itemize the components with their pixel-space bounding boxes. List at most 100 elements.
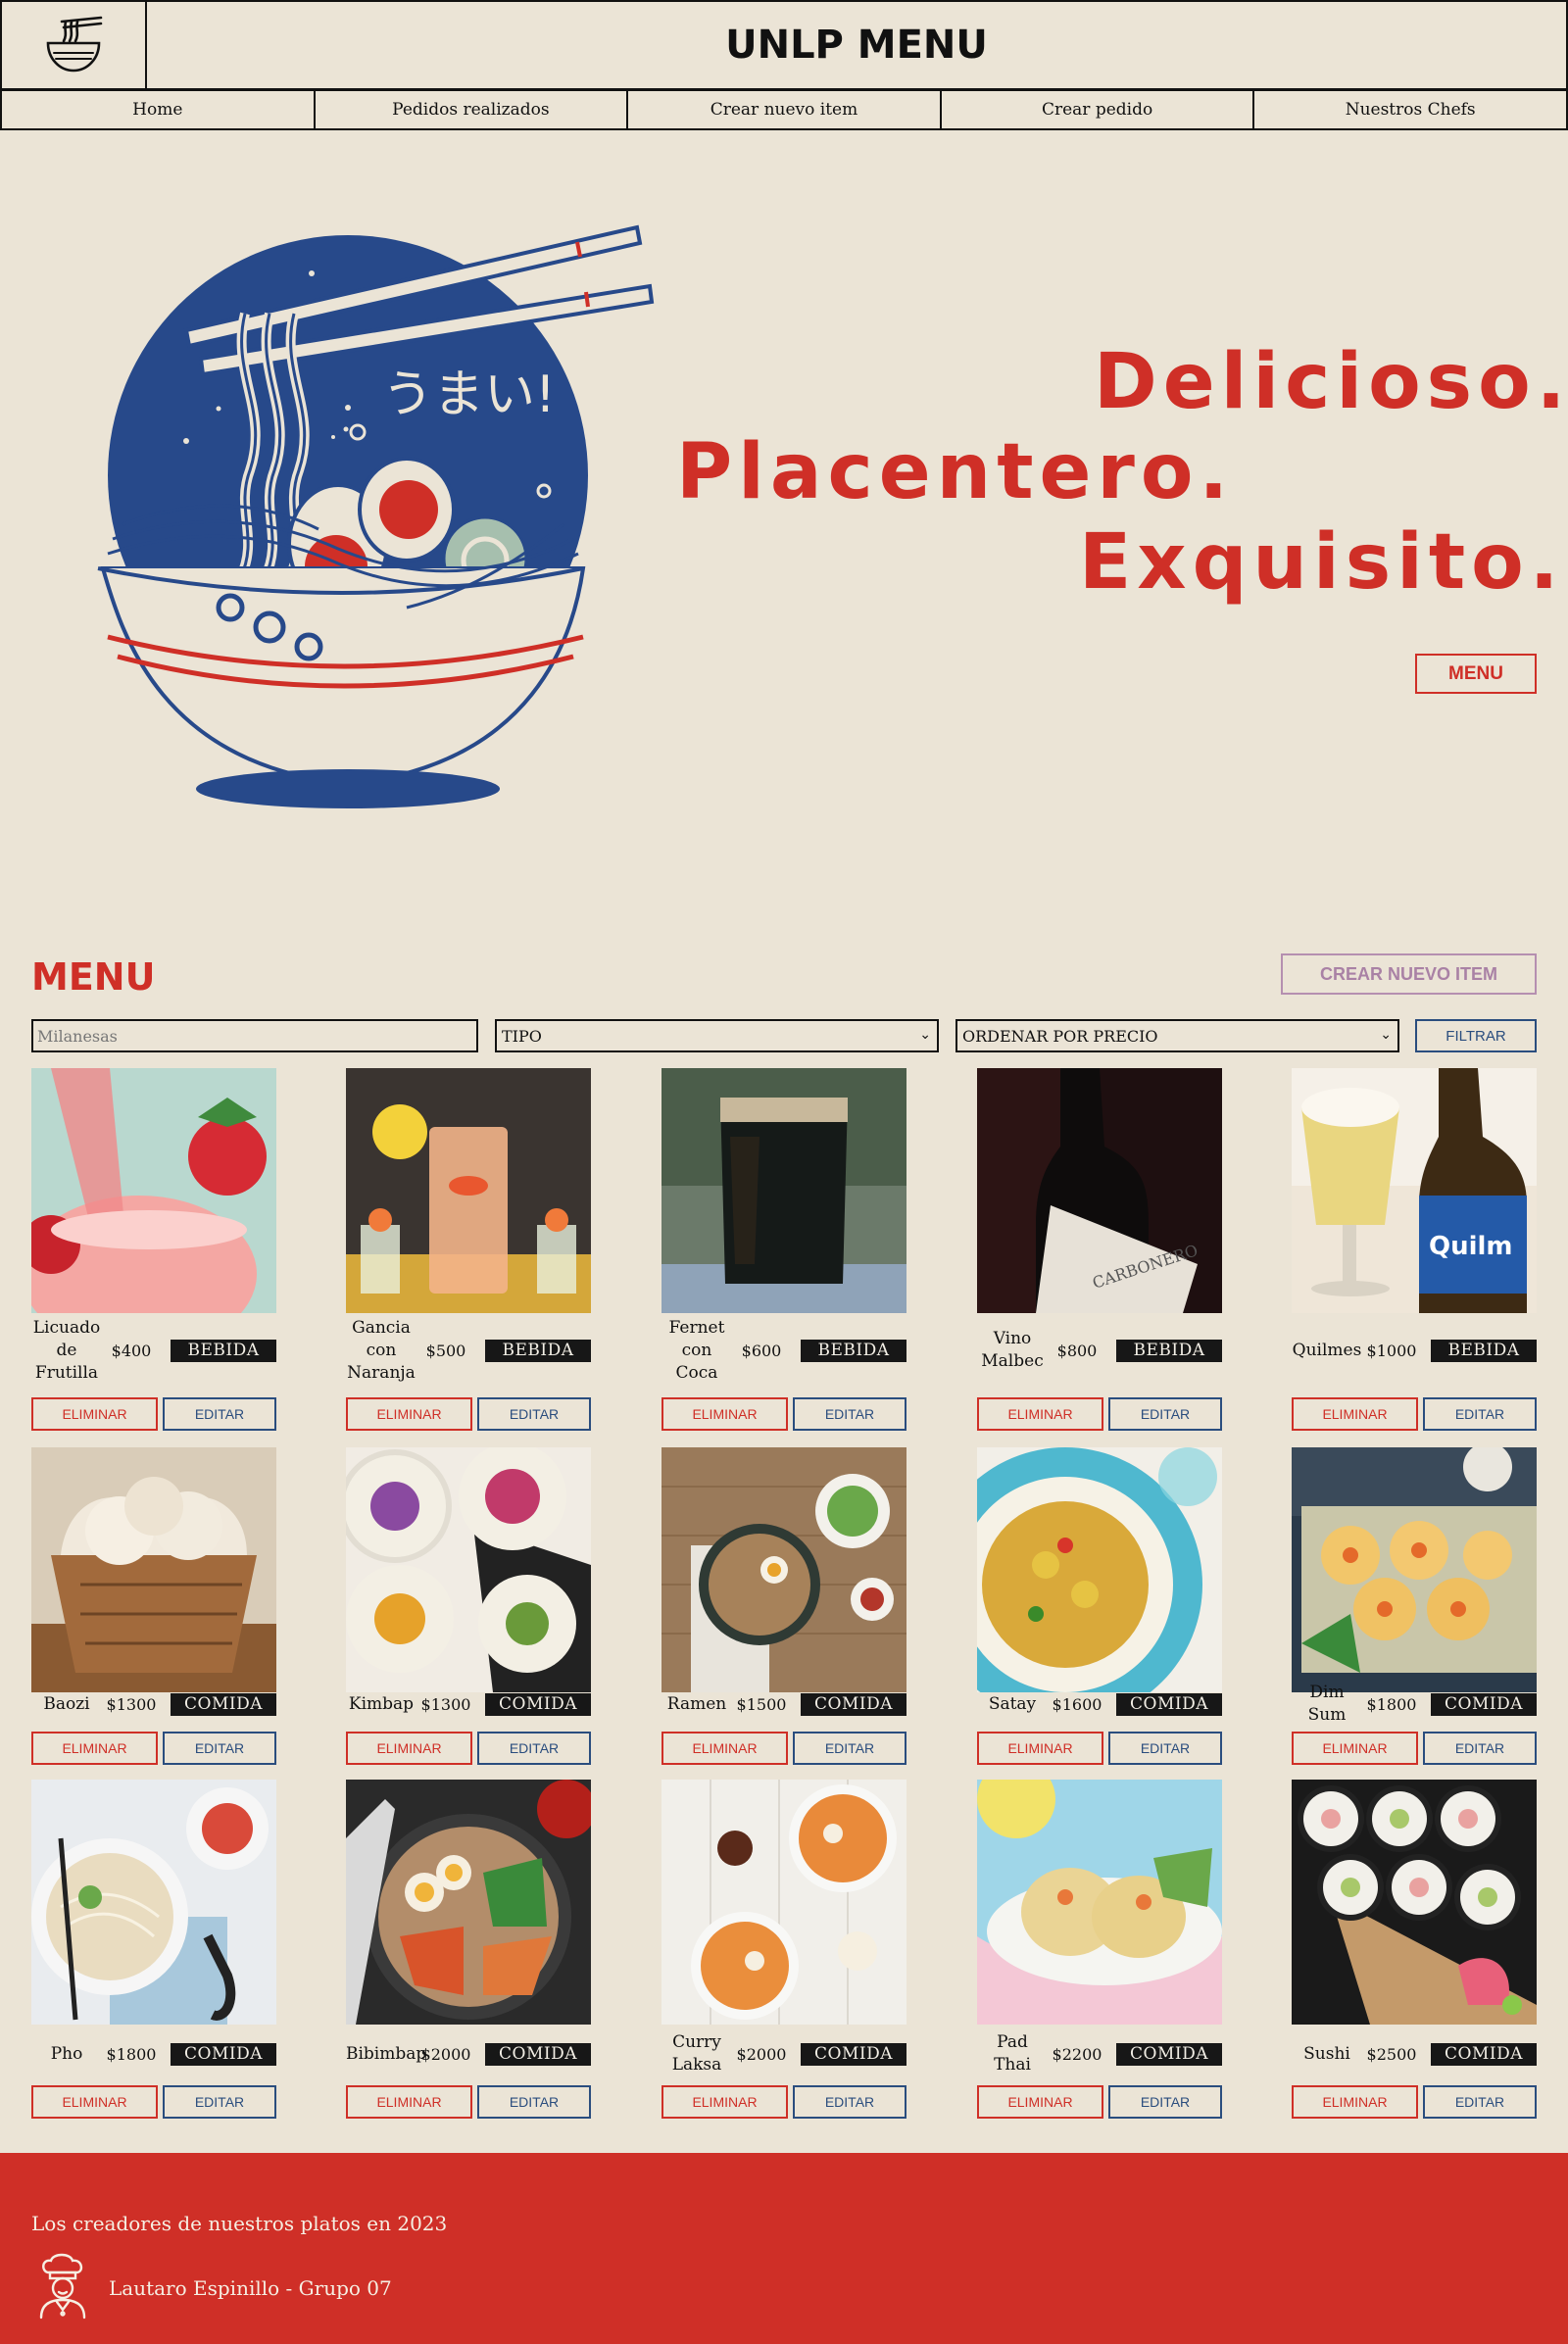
item-type-badge: COMIDA <box>171 2042 276 2066</box>
ramen-bowl-icon <box>46 16 103 73</box>
logo[interactable] <box>2 2 147 88</box>
card-image <box>31 1068 276 1313</box>
card-image: CARBONERO <box>977 1068 1222 1313</box>
item-price: $1300 <box>420 1694 471 1714</box>
item-type-badge: COMIDA <box>171 1692 276 1716</box>
item-name: Dim Sum <box>1307 1683 1347 1725</box>
eliminar-button[interactable]: ELIMINAR <box>1292 1397 1418 1431</box>
editar-button[interactable]: EDITAR <box>793 2085 906 2119</box>
item-type-badge: COMIDA <box>801 2042 906 2066</box>
editar-button[interactable]: EDITAR <box>1108 2085 1222 2119</box>
eliminar-button[interactable]: ELIMINAR <box>977 2085 1103 2119</box>
editar-button[interactable]: EDITAR <box>1423 2085 1537 2119</box>
eliminar-button[interactable]: ELIMINAR <box>1292 2085 1418 2119</box>
item-price: $2000 <box>736 2044 787 2064</box>
chevron-down-icon: ⌄ <box>919 1027 931 1043</box>
footer: Los creadores de nuestros platos en 2023… <box>0 2153 1568 2344</box>
item-type-badge: BEBIDA <box>1431 1339 1537 1362</box>
crear-nuevo-item-button[interactable]: CREAR NUEVO ITEM <box>1281 953 1537 995</box>
eliminar-button[interactable]: ELIMINAR <box>31 2085 158 2119</box>
item-price: $1300 <box>106 1694 157 1714</box>
eliminar-button[interactable]: ELIMINAR <box>662 1397 788 1431</box>
editar-button[interactable]: EDITAR <box>163 1732 276 1765</box>
eliminar-button[interactable]: ELIMINAR <box>662 1732 788 1765</box>
card-image <box>346 1780 591 2025</box>
eliminar-button[interactable]: ELIMINAR <box>977 1732 1103 1765</box>
chef-icon <box>39 2253 86 2320</box>
item-name: Fernet con Coca <box>668 1317 725 1383</box>
svg-text:Quilm: Quilm <box>1429 1232 1513 1261</box>
item-name: Baozi <box>43 1693 90 1714</box>
card-info: Vino Malbec $800 BEBIDA <box>977 1320 1222 1381</box>
card-info: Fernet con Coca $600 BEBIDA <box>662 1318 906 1383</box>
item-type-badge: COMIDA <box>1116 2042 1222 2066</box>
eliminar-button[interactable]: ELIMINAR <box>346 2085 472 2119</box>
item-price: $1500 <box>736 1694 787 1714</box>
card-image <box>662 1068 906 1313</box>
editar-button[interactable]: EDITAR <box>477 1732 591 1765</box>
item-type-badge: COMIDA <box>801 1692 906 1716</box>
card-info: Licuado de Frutilla $400 BEBIDA <box>31 1318 276 1383</box>
eliminar-button[interactable]: ELIMINAR <box>977 1397 1103 1431</box>
eliminar-button[interactable]: ELIMINAR <box>346 1397 472 1431</box>
main-nav: Home Pedidos realizados Crear nuevo item… <box>0 89 1568 130</box>
eliminar-button[interactable]: ELIMINAR <box>31 1397 158 1431</box>
item-type-badge: BEBIDA <box>485 1339 591 1362</box>
type-select-value: TIPO <box>502 1026 542 1046</box>
editar-button[interactable]: EDITAR <box>1108 1397 1222 1431</box>
editar-button[interactable]: EDITAR <box>163 2085 276 2119</box>
nav-nuestros-chefs[interactable]: Nuestros Chefs <box>1254 91 1566 128</box>
editar-button[interactable]: EDITAR <box>1108 1732 1222 1765</box>
editar-button[interactable]: EDITAR <box>793 1732 906 1765</box>
item-price: $2200 <box>1052 2044 1102 2064</box>
type-select[interactable]: TIPO ⌄ <box>495 1019 939 1052</box>
item-name: Curry Laksa <box>671 2032 722 2075</box>
card-image <box>346 1068 591 1313</box>
editar-button[interactable]: EDITAR <box>1423 1732 1537 1765</box>
card-info: Ramen $1500 COMIDA <box>662 1692 906 1716</box>
eliminar-button[interactable]: ELIMINAR <box>31 1732 158 1765</box>
item-type-badge: COMIDA <box>1431 2042 1537 2066</box>
filter-button[interactable]: FILTRAR <box>1415 1019 1537 1052</box>
eliminar-button[interactable]: ELIMINAR <box>346 1732 472 1765</box>
card-image <box>1292 1780 1537 2025</box>
nav-home[interactable]: Home <box>2 91 316 128</box>
item-name: Ramen <box>666 1693 727 1714</box>
tagline-delicioso: Delicioso. <box>1094 338 1568 426</box>
item-type-badge: COMIDA <box>1431 1692 1537 1716</box>
card-info: Curry Laksa $2000 COMIDA <box>662 2032 906 2075</box>
card-image <box>31 1780 276 2025</box>
footer-title: Los creadores de nuestros platos en 2023 <box>31 2212 448 2235</box>
nav-crear-pedido[interactable]: Crear pedido <box>942 91 1255 128</box>
card-info: Baozi $1300 COMIDA <box>31 1692 276 1716</box>
item-type-badge: BEBIDA <box>1116 1339 1222 1362</box>
editar-button[interactable]: EDITAR <box>477 1397 591 1431</box>
editar-button[interactable]: EDITAR <box>793 1397 906 1431</box>
search-input[interactable] <box>31 1019 478 1052</box>
card-info: Dim Sum $1800 COMIDA <box>1292 1683 1537 1725</box>
card-image <box>1292 1447 1537 1692</box>
ramen-illustration: うまい! <box>97 224 655 808</box>
item-type-badge: COMIDA <box>485 1692 591 1716</box>
eliminar-button[interactable]: ELIMINAR <box>662 2085 788 2119</box>
card-info: Satay $1600 COMIDA <box>977 1692 1222 1716</box>
menu-button[interactable]: MENU <box>1415 654 1537 694</box>
item-price: $2000 <box>420 2044 471 2064</box>
footer-author: Lautaro Espinillo - Grupo 07 <box>109 2276 392 2300</box>
editar-button[interactable]: EDITAR <box>163 1397 276 1431</box>
item-type-badge: BEBIDA <box>801 1339 906 1362</box>
card-info: Kimbap $1300 COMIDA <box>346 1692 591 1716</box>
card-info: Sushi $2500 COMIDA <box>1292 2032 1537 2075</box>
item-name: Vino Malbec <box>981 1329 1044 1371</box>
editar-button[interactable]: EDITAR <box>1423 1397 1537 1431</box>
site-title: UNLP MENU <box>725 23 988 68</box>
eliminar-button[interactable]: ELIMINAR <box>1292 1732 1418 1765</box>
editar-button[interactable]: EDITAR <box>477 2085 591 2119</box>
item-name: Sushi <box>1303 2043 1350 2064</box>
item-price: $1800 <box>106 2044 157 2064</box>
card-image <box>31 1447 276 1692</box>
nav-crear-nuevo-item[interactable]: Crear nuevo item <box>628 91 942 128</box>
nav-pedidos-realizados[interactable]: Pedidos realizados <box>316 91 629 128</box>
top-bar: UNLP MENU <box>0 0 1568 90</box>
order-select[interactable]: ORDENAR POR PRECIO ⌄ <box>956 1019 1399 1052</box>
